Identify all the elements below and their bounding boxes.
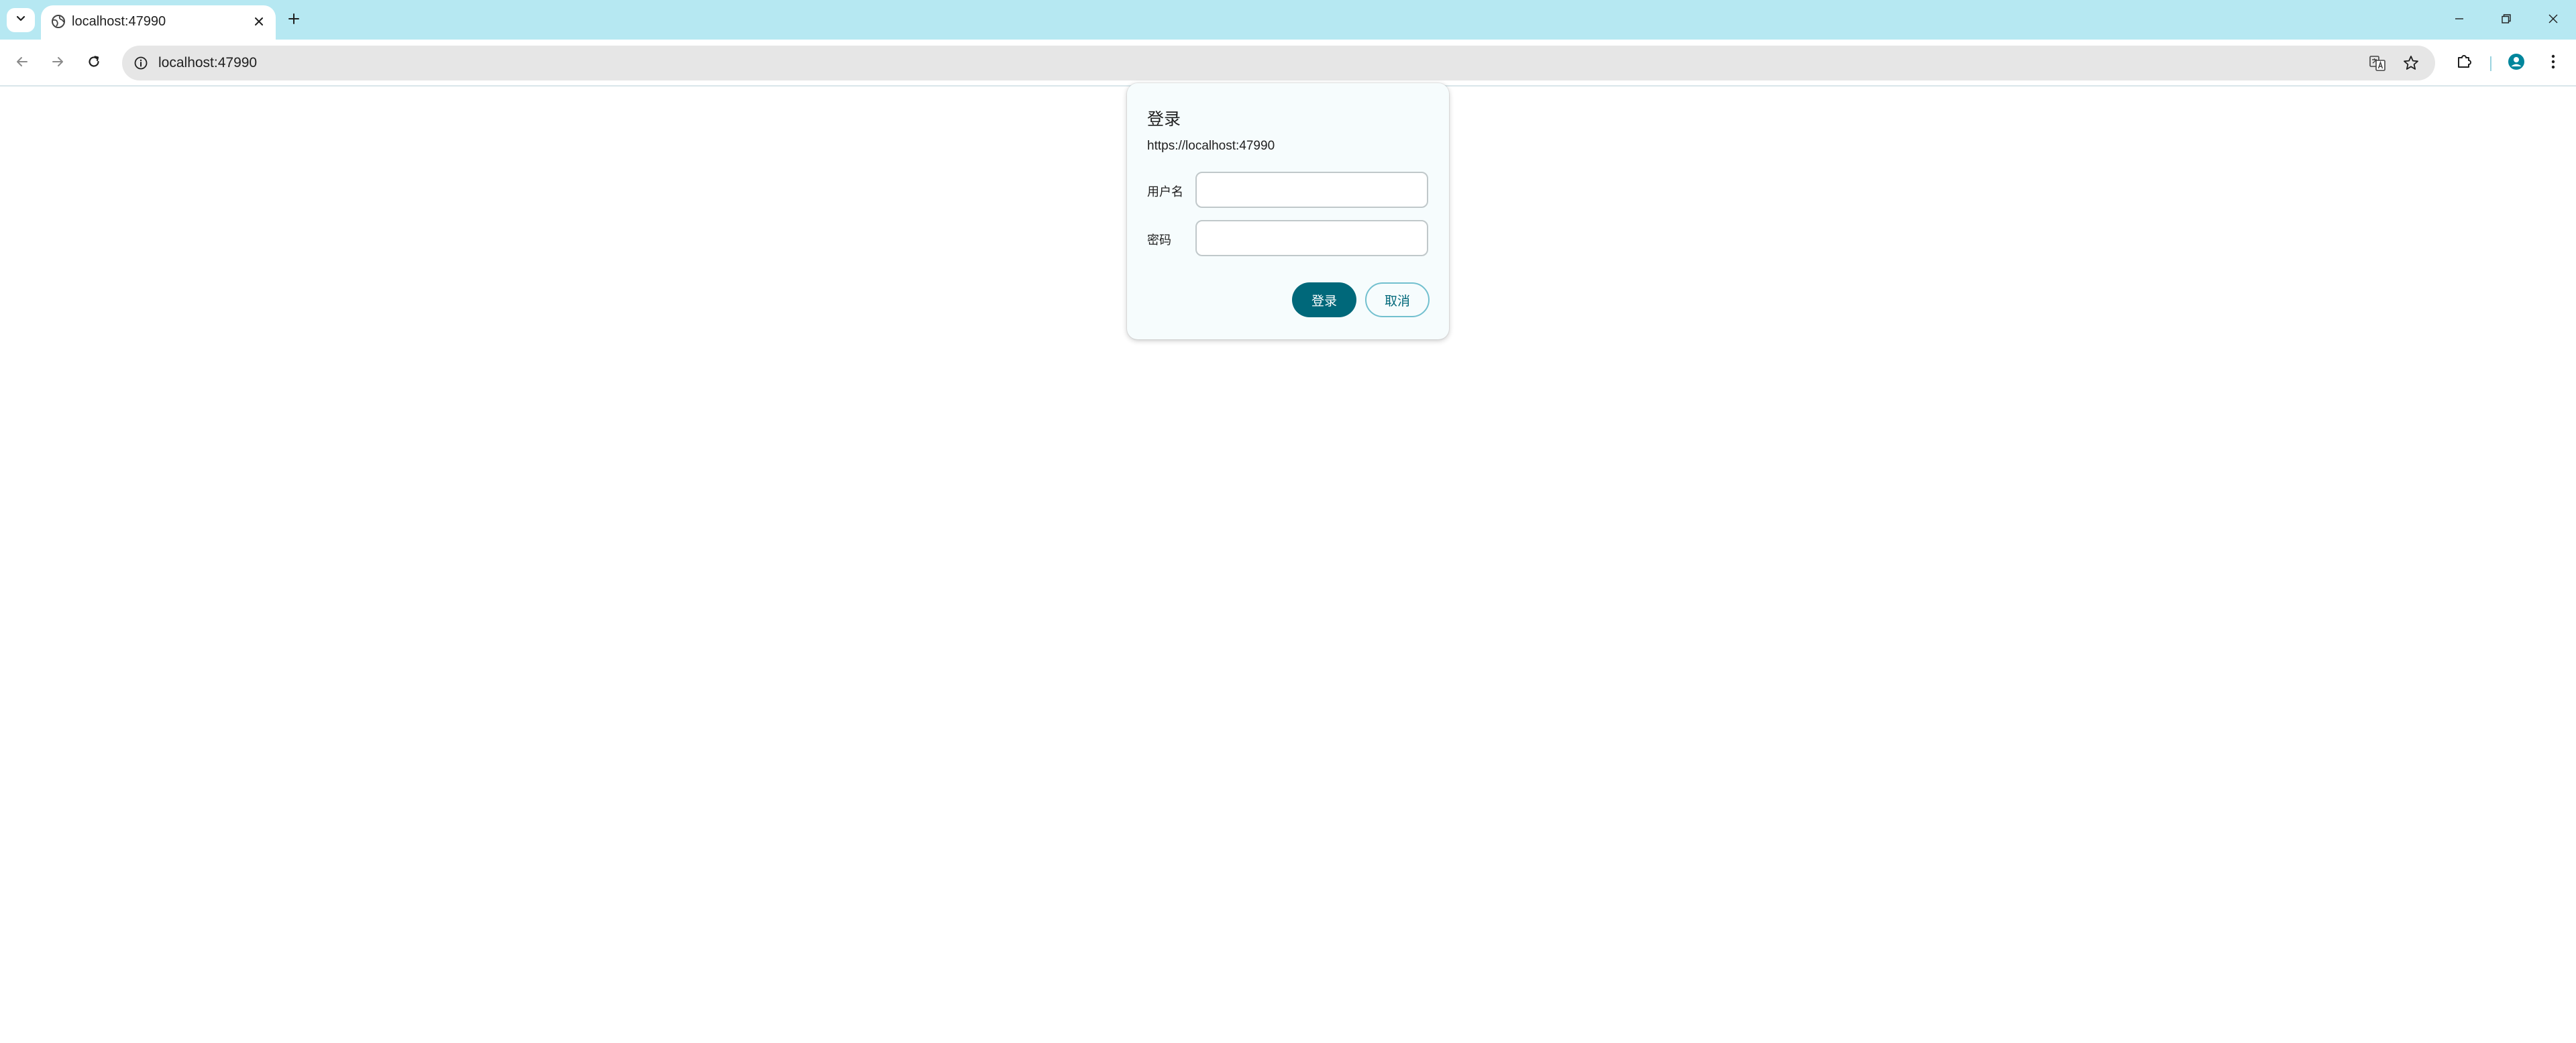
sign-in-button[interactable]: 登录 [1292,282,1356,317]
username-label: 用户名 [1147,185,1183,199]
puzzle-icon [2455,53,2473,74]
tab-title: localhost:47990 [72,14,166,29]
username-input[interactable] [1195,172,1428,208]
new-tab-button[interactable] [283,9,305,31]
profile-button[interactable] [2503,50,2530,76]
restore-icon [2500,13,2512,28]
plus-icon [287,12,301,29]
reload-icon [87,54,101,72]
extensions-button[interactable] [2451,50,2477,76]
dialog-title: 登录 [1147,110,1181,129]
sign-in-dialog: 登录 https://localhost:47990 用户名 密码 登录 取消 [1127,83,1449,339]
restore-button[interactable] [2493,7,2520,34]
more-vertical-icon [2551,54,2556,73]
browser-menu-button[interactable] [2540,50,2567,76]
minimize-button[interactable] [2446,7,2473,34]
cancel-button[interactable]: 取消 [1365,282,1430,317]
globe-icon [50,13,66,30]
address-bar-url: localhost:47990 [158,55,258,70]
toolbar-separator [2490,56,2491,71]
arrow-right-icon [50,54,65,72]
tab-search-button[interactable] [7,8,35,32]
forward-button[interactable] [44,50,71,76]
translate-icon[interactable] [2367,52,2388,74]
back-button[interactable] [9,50,36,76]
tab-strip: localhost:47990 [0,0,2576,40]
active-tab[interactable]: localhost:47990 [41,5,276,40]
arrow-left-icon [15,54,30,72]
bookmark-star-icon[interactable] [2400,52,2422,74]
password-input[interactable] [1195,220,1428,256]
address-bar[interactable]: localhost:47990 [122,46,2435,80]
browser-toolbar: localhost:47990 [0,40,2576,87]
close-icon [2547,13,2559,28]
avatar-icon [2507,52,2526,74]
close-tab-icon[interactable] [250,13,268,30]
dialog-origin: https://localhost:47990 [1147,139,1275,153]
minimize-icon [2453,13,2465,28]
close-window-button[interactable] [2540,7,2567,34]
site-info-icon[interactable] [130,52,152,74]
reload-button[interactable] [80,50,107,76]
password-label: 密码 [1147,233,1171,247]
chevron-down-icon [15,13,27,28]
